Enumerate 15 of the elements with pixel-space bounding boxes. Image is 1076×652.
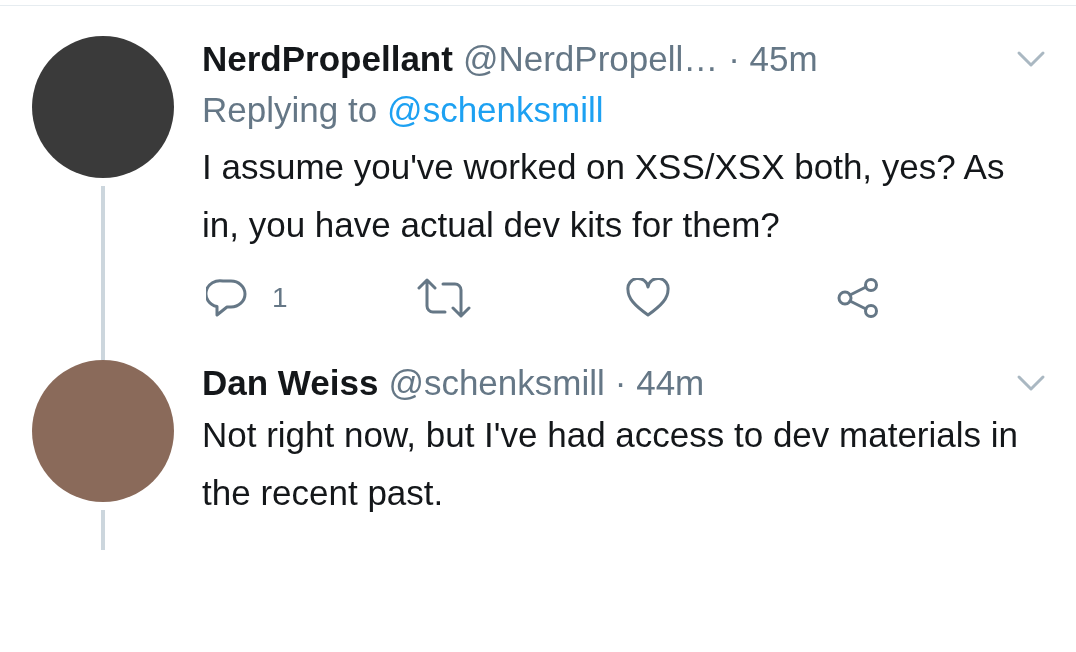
user-handle: @NerdPropell… (462, 38, 719, 80)
heart-icon[interactable] (626, 278, 670, 318)
tweet-text: I assume you've worked on XSS/XSX both, yes? As in, you have actual dev kits for them? (202, 146, 1006, 246)
share-icon[interactable] (836, 278, 880, 318)
retweet-icon[interactable] (416, 278, 472, 318)
reply-icon[interactable] (206, 278, 248, 318)
tweet-text: Not right now, but I've had access to dev materials in the recent past. (202, 414, 1019, 514)
mention-link[interactable]: @schenksmill (387, 82, 604, 138)
tweet-time: · 45m (728, 38, 818, 80)
replying-label: Replying to (202, 89, 378, 131)
user-name: NerdPropellant (202, 38, 453, 80)
tweet-time: · 44m (614, 362, 705, 404)
user-name: Dan Weiss (202, 362, 379, 404)
reply-count: 1 (272, 282, 288, 314)
user-handle: @schenksmill (388, 362, 605, 404)
